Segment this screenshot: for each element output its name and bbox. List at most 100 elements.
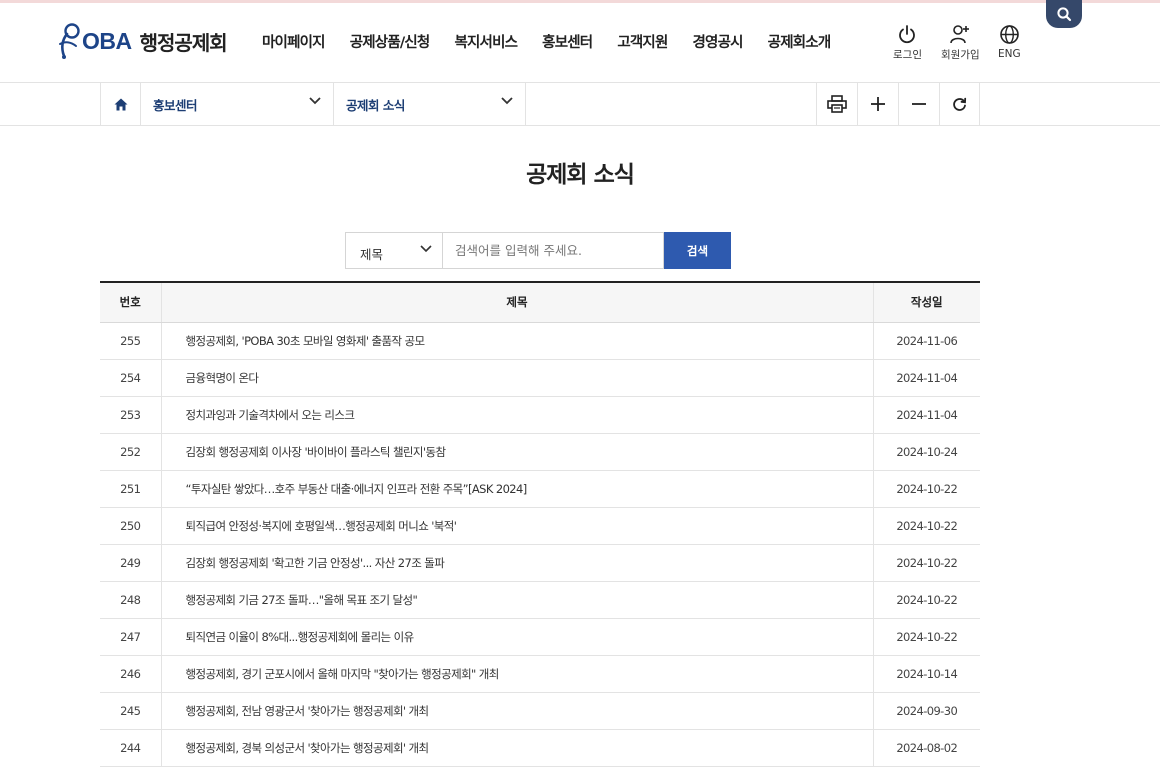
- zoom-out-button[interactable]: [898, 83, 939, 125]
- nav-disclosure[interactable]: 경영공시: [693, 31, 744, 52]
- printer-icon: [827, 95, 847, 113]
- row-number: 248: [100, 581, 161, 619]
- row-title-link[interactable]: 행정공제회, 경북 의성군서 '찾아가는 행정공제회' 개최: [160, 729, 873, 767]
- site-header: OBA 행정공제회 마이페이지 공제상품/신청 복지서비스 홍보센터 고객지원 …: [0, 3, 1160, 83]
- row-date: 2024-11-04: [872, 359, 980, 397]
- row-date: 2024-11-04: [872, 396, 980, 434]
- row-number: 250: [100, 507, 161, 545]
- row-title-link[interactable]: 행정공제회, 전남 영광군서 '찾아가는 행정공제회' 개최: [160, 692, 873, 730]
- refresh-icon: [953, 97, 967, 111]
- nav-support[interactable]: 고객지원: [617, 31, 668, 52]
- row-title-link[interactable]: 금융혁명이 온다: [160, 359, 873, 397]
- table-row[interactable]: 255 행정공제회, 'POBA 30초 모바일 영화제' 출품작 공모 2024-…: [100, 322, 980, 360]
- table-row[interactable]: 250 퇴직급여 안정성·복지에 호평일색…행정공제회 머니쇼 '북적' 2024-…: [100, 507, 980, 545]
- table-body: 255 행정공제회, 'POBA 30초 모바일 영화제' 출품작 공모 2024-…: [100, 322, 980, 767]
- row-date: 2024-10-24: [872, 433, 980, 471]
- row-title-link[interactable]: 행정공제회 기금 27조 돌파…"올해 목표 조기 달성": [160, 581, 873, 619]
- row-title-link[interactable]: 김장회 행정공제회 이사장 '바이바이 플라스틱 챌린지'동참: [160, 433, 873, 471]
- table-row[interactable]: 247 퇴직연금 이율이 8%대...행정공제회에 몰리는 이유 2024-10-2…: [100, 618, 980, 656]
- table-row[interactable]: 249 김장회 행정공제회 '확고한 기금 안정성'... 자산 27조 돌파 20…: [100, 544, 980, 582]
- home-button[interactable]: [100, 83, 140, 125]
- depth1-label: 홍보센터: [153, 97, 198, 113]
- login-button[interactable]: 로그인: [893, 24, 922, 62]
- language-button[interactable]: ENG: [998, 24, 1021, 60]
- row-title-link[interactable]: 행정공제회, 'POBA 30초 모바일 영화제' 출품작 공모: [160, 322, 873, 360]
- power-icon: [899, 25, 916, 44]
- table-row[interactable]: 245 행정공제회, 전남 영광군서 '찾아가는 행정공제회' 개최 2024-09…: [100, 692, 980, 730]
- table-row[interactable]: 252 김장회 행정공제회 이사장 '바이바이 플라스틱 챌린지'동참 2024-1…: [100, 433, 980, 471]
- row-title-link[interactable]: 퇴직연금 이율이 8%대...행정공제회에 몰리는 이유: [160, 618, 873, 656]
- depth2-label: 공제회 소식: [346, 97, 405, 113]
- chevron-down-icon: [420, 245, 432, 253]
- zoom-in-button[interactable]: [857, 83, 898, 125]
- row-number: 254: [100, 359, 161, 397]
- print-button[interactable]: [816, 83, 857, 125]
- search-button[interactable]: 검색: [664, 232, 731, 269]
- nav-products[interactable]: 공제상품/신청: [350, 31, 431, 52]
- row-title-link[interactable]: 퇴직급여 안정성·복지에 호평일색…행정공제회 머니쇼 '북적': [160, 507, 873, 545]
- language-label: ENG: [998, 48, 1021, 60]
- row-date: 2024-10-22: [872, 618, 980, 656]
- search-input[interactable]: [443, 232, 664, 269]
- logo-emblem-icon: [59, 23, 80, 59]
- location-bar: 홍보센터 공제회 소식: [0, 83, 1160, 126]
- reset-zoom-button[interactable]: [939, 83, 980, 125]
- row-number: 244: [100, 729, 161, 767]
- row-date: 2024-10-22: [872, 470, 980, 508]
- depth2-dropdown[interactable]: 공제회 소식: [333, 83, 526, 125]
- column-header-date: 작성일: [872, 282, 980, 323]
- join-button[interactable]: 회원가입: [941, 24, 980, 62]
- row-number: 253: [100, 396, 161, 434]
- row-date: 2024-09-30: [872, 692, 980, 730]
- news-table: 번호 제목 작성일 255 행정공제회, 'POBA 30초 모바일 영화제' 출…: [100, 281, 980, 767]
- minus-icon: [912, 103, 926, 105]
- row-number: 252: [100, 433, 161, 471]
- row-date: 2024-10-22: [872, 581, 980, 619]
- logo-text-en: OBA: [82, 27, 132, 54]
- nav-mypage[interactable]: 마이페이지: [262, 31, 325, 52]
- page-title: 공제회 소식: [526, 162, 635, 188]
- add-user-icon: [950, 25, 970, 44]
- row-number: 247: [100, 618, 161, 656]
- row-title-link[interactable]: 김장회 행정공제회 '확고한 기금 안정성'... 자산 27조 돌파: [160, 544, 873, 582]
- search-type-value: 제목: [360, 247, 384, 262]
- global-nav: 마이페이지 공제상품/신청 복지서비스 홍보센터 고객지원 경영공시 공제회소개: [262, 31, 855, 52]
- row-date: 2024-10-22: [872, 507, 980, 545]
- row-date: 2024-08-02: [872, 729, 980, 767]
- table-row[interactable]: 246 행정공제회, 경기 군포시에서 올해 마지막 "찾아가는 행정공제회" 개…: [100, 655, 980, 693]
- join-label: 회원가입: [941, 49, 980, 61]
- table-header-row: 번호 제목 작성일: [100, 282, 980, 323]
- table-row[interactable]: 244 행정공제회, 경북 의성군서 '찾아가는 행정공제회' 개최 2024-08…: [100, 729, 980, 767]
- table-row[interactable]: 248 행정공제회 기금 27조 돌파…"올해 목표 조기 달성" 2024-10-…: [100, 581, 980, 619]
- search-type-select[interactable]: 제목: [345, 232, 443, 269]
- chevron-down-icon: [309, 97, 321, 105]
- nav-about[interactable]: 공제회소개: [768, 31, 831, 52]
- globe-icon: [1000, 25, 1019, 44]
- chevron-down-icon: [501, 97, 513, 105]
- row-number: 245: [100, 692, 161, 730]
- table-row[interactable]: 254 금융혁명이 온다 2024-11-04: [100, 359, 980, 397]
- nav-welfare[interactable]: 복지서비스: [454, 31, 517, 52]
- row-title-link[interactable]: 행정공제회, 경기 군포시에서 올해 마지막 "찾아가는 행정공제회" 개최: [160, 655, 873, 693]
- site-logo[interactable]: OBA 행정공제회: [58, 21, 228, 61]
- logo-text-ko: 행정공제회: [139, 30, 228, 55]
- column-header-number: 번호: [100, 282, 161, 323]
- search-form: 제목 검색: [345, 232, 731, 269]
- plus-icon: [871, 97, 885, 111]
- row-number: 249: [100, 544, 161, 582]
- row-title-link[interactable]: 정치과잉과 기술격차에서 오는 리스크: [160, 396, 873, 434]
- table-row[interactable]: 253 정치과잉과 기술격차에서 오는 리스크 2024-11-04: [100, 396, 980, 434]
- column-header-title: 제목: [160, 282, 873, 323]
- login-label: 로그인: [893, 49, 922, 61]
- row-title-link[interactable]: “투자실탄 쌓았다…호주 부동산 대출·에너지 인프라 전환 주목”[ASK 2…: [160, 470, 873, 508]
- row-date: 2024-10-22: [872, 544, 980, 582]
- table-row[interactable]: 251 “투자실탄 쌓았다…호주 부동산 대출·에너지 인프라 전환 주목”[AS…: [100, 470, 980, 508]
- row-date: 2024-10-14: [872, 655, 980, 693]
- depth1-dropdown[interactable]: 홍보센터: [140, 83, 333, 125]
- row-number: 246: [100, 655, 161, 693]
- row-date: 2024-11-06: [872, 322, 980, 360]
- home-icon: [114, 98, 127, 110]
- row-number: 255: [100, 322, 161, 360]
- row-number: 251: [100, 470, 161, 508]
- nav-pr-center[interactable]: 홍보센터: [542, 31, 593, 52]
